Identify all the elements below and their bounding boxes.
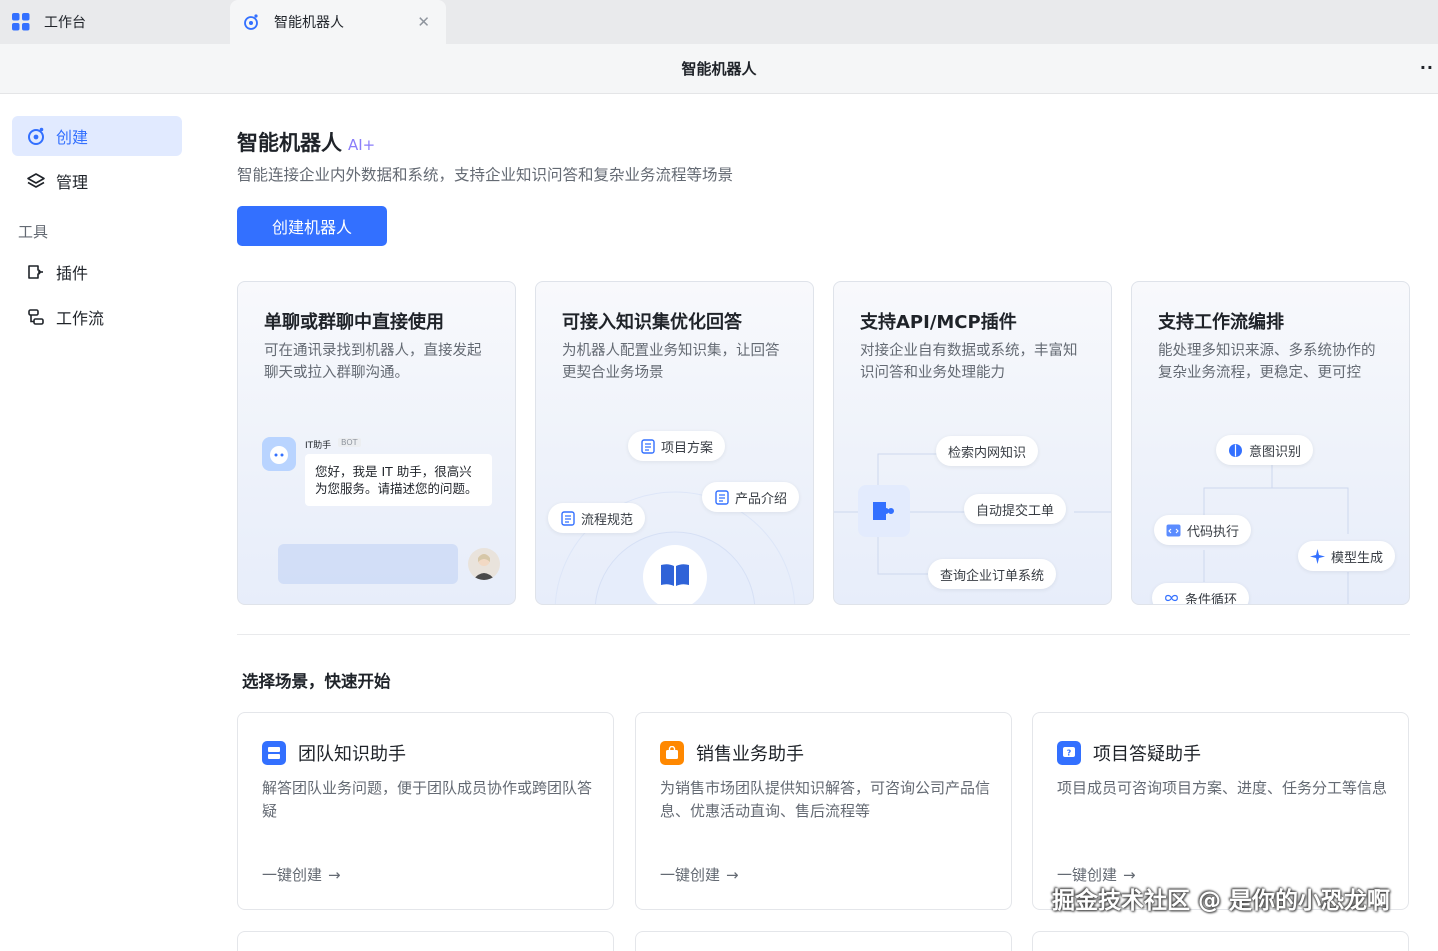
code-icon xyxy=(1166,523,1181,538)
robot-icon xyxy=(270,446,288,464)
bot-name: IT助手 xyxy=(305,441,332,451)
more-options-icon[interactable]: ·· xyxy=(1420,58,1434,77)
feature-title: 单聊或群聊中直接使用 xyxy=(264,312,444,333)
chat-input-placeholder xyxy=(278,544,458,584)
tag-pill: 代码执行 xyxy=(1154,515,1252,545)
feature-card-workflow: 支持工作流编排 能处理多知识来源、多系统协作的复杂业务流程，更稳定、更可控 意图… xyxy=(1131,281,1410,605)
shopping-bag-icon xyxy=(660,741,684,765)
one-click-create-link[interactable]: 一键创建 → xyxy=(262,864,341,885)
feature-desc: 对接企业自有数据或系统，丰富知识问答和业务处理能力 xyxy=(860,343,1078,381)
scenes-title: 选择场景，快速开始 xyxy=(242,672,391,691)
robot-icon xyxy=(26,126,46,146)
tab-bar: 工作台 智能机器人 ✕ xyxy=(0,0,1438,44)
sidebar-item-workflow[interactable]: 工作流 xyxy=(12,297,182,337)
scene-card-sales[interactable]: 销售业务助手 为销售市场团队提供知识解答，可咨询公司产品信息、优惠活动直询、售后… xyxy=(635,712,1012,910)
watermark: 掘金技术社区 @ 是你的小恐龙啊 xyxy=(1052,888,1391,914)
scene-title: 项目答疑助手 xyxy=(1093,744,1201,765)
document-icon xyxy=(640,438,655,454)
apps-grid-icon xyxy=(12,13,30,31)
sidebar: 创建 管理 工具 插件 工作流 xyxy=(0,95,196,938)
feature-card-plugin: 支持API/MCP插件 对接企业自有数据或系统，丰富知识问答和业务处理能力 检索… xyxy=(833,281,1112,605)
tag-pill: 意图识别 xyxy=(1216,435,1314,465)
database-icon xyxy=(262,741,286,765)
layers-icon xyxy=(26,171,46,191)
sidebar-item-label: 管理 xyxy=(56,173,89,192)
infinity-icon xyxy=(1164,591,1179,605)
svg-text:?: ? xyxy=(1067,749,1072,758)
tab-label: 智能机器人 xyxy=(274,15,344,31)
tag-pill: 模型生成 xyxy=(1298,541,1396,571)
plugin-icon xyxy=(26,262,46,282)
brain-icon xyxy=(1228,443,1243,458)
feature-desc: 能处理多知识来源、多系统协作的复杂业务流程，更稳定、更可控 xyxy=(1158,343,1376,381)
sidebar-item-label: 创建 xyxy=(56,128,89,147)
ai-badge: AI+ xyxy=(348,136,376,154)
arrow-right-icon: → xyxy=(328,865,341,884)
document-icon xyxy=(714,489,729,505)
scene-card-team-knowledge[interactable]: 团队知识助手 解答团队业务问题，便于团队成员协作或跨团队答疑 一键创建 → xyxy=(237,712,614,910)
plugin-icon xyxy=(858,485,910,537)
sparkle-icon xyxy=(1310,548,1325,564)
arrow-right-icon: → xyxy=(726,865,739,884)
chat-bubble: 您好，我是 IT 助手，很高兴为您服务。请描述您的问题。 xyxy=(305,454,492,506)
tab-workbench[interactable]: 工作台 xyxy=(0,0,226,44)
tag-pill: 产品介绍 xyxy=(702,482,800,512)
workflow-icon xyxy=(26,307,46,327)
tab-label: 工作台 xyxy=(44,15,86,31)
page-title-row: 智能机器人 AI+ xyxy=(237,127,375,157)
feature-desc: 可在通讯录找到机器人，直接发起聊天或拉入群聊沟通。 xyxy=(264,343,482,381)
header-title: 智能机器人 xyxy=(681,60,757,78)
tag-pill: 流程规范 xyxy=(548,503,646,533)
feature-title: 支持API/MCP插件 xyxy=(860,312,1017,333)
sidebar-section-tools: 工具 xyxy=(18,223,49,241)
bot-avatar xyxy=(262,437,296,471)
document-icon xyxy=(560,510,575,526)
section-divider xyxy=(237,634,1410,635)
sidebar-item-create[interactable]: 创建 xyxy=(12,116,182,156)
tag-pill: 自动提交工单 xyxy=(964,494,1067,524)
page-header: 智能机器人 ·· xyxy=(0,44,1438,94)
scene-desc: 解答团队业务问题，便于团队成员协作或跨团队答疑 xyxy=(262,779,593,820)
user-avatar xyxy=(468,548,500,580)
feature-card-chat: 单聊或群聊中直接使用 可在通讯录找到机器人，直接发起聊天或拉入群聊沟通。 IT助… xyxy=(237,281,516,605)
feature-title: 可接入知识集优化回答 xyxy=(562,312,742,333)
page-subtitle: 智能连接企业内外数据和系统，支持企业知识问答和复杂业务流程等场景 xyxy=(237,166,734,184)
one-click-create-link[interactable]: 一键创建 → xyxy=(660,864,739,885)
feature-title: 支持工作流编排 xyxy=(1158,312,1284,333)
tab-smart-robot[interactable]: 智能机器人 ✕ xyxy=(230,0,446,44)
scene-title: 团队知识助手 xyxy=(298,744,406,765)
bot-tag: BOT xyxy=(338,438,361,447)
book-icon xyxy=(643,545,707,604)
scene-card-partial xyxy=(635,931,1012,951)
scene-desc: 项目成员可咨询项目方案、进度、任务分工等信息 xyxy=(1057,779,1388,797)
scene-desc: 为销售市场团队提供知识解答，可咨询公司产品信息、优惠活动直询、售后流程等 xyxy=(660,779,991,820)
feature-desc: 为机器人配置业务知识集，让回答更契合业务场景 xyxy=(562,343,780,381)
tag-pill: 检索内网知识 xyxy=(936,436,1039,466)
sidebar-item-label: 工作流 xyxy=(56,309,105,328)
scene-title: 销售业务助手 xyxy=(696,744,804,765)
page-title: 智能机器人 xyxy=(237,131,342,155)
robot-icon xyxy=(242,13,260,31)
close-icon[interactable]: ✕ xyxy=(417,13,430,31)
sidebar-item-manage[interactable]: 管理 xyxy=(12,161,182,201)
feature-card-knowledge: 可接入知识集优化回答 为机器人配置业务知识集，让回答更契合业务场景 项目方案 产… xyxy=(535,281,814,605)
sidebar-item-plugin[interactable]: 插件 xyxy=(12,252,182,292)
create-robot-button[interactable]: 创建机器人 xyxy=(237,206,387,246)
scene-card-partial xyxy=(1032,931,1409,951)
tag-pill: 查询企业订单系统 xyxy=(928,559,1057,589)
tag-pill: 项目方案 xyxy=(628,431,726,461)
sidebar-item-label: 插件 xyxy=(56,264,89,283)
scene-card-partial xyxy=(237,931,614,951)
question-icon: ? xyxy=(1057,741,1081,765)
tag-pill: 条件循环 xyxy=(1152,583,1250,605)
